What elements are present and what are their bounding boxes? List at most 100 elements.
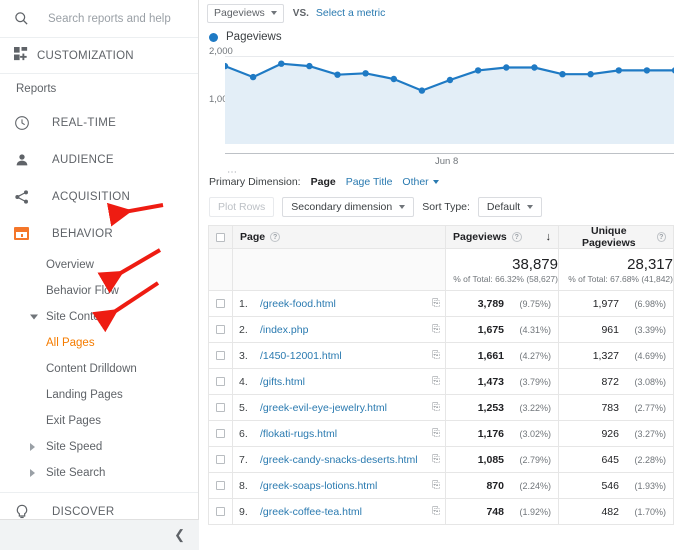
primary-dimension-page-title[interactable]: Page Title bbox=[346, 176, 393, 188]
table-row[interactable]: 9./greek-coffee-tea.html⎘748(1.92%)482(1… bbox=[209, 499, 674, 525]
row-page-link[interactable]: /greek-soaps-lotions.html bbox=[260, 480, 377, 492]
row-checkbox-cell[interactable] bbox=[209, 421, 233, 447]
sidebar-item-content-drilldown[interactable]: Content Drilldown bbox=[0, 356, 198, 382]
external-link-icon[interactable]: ⎘ bbox=[432, 480, 440, 491]
row-page-link[interactable]: /flokati-rugs.html bbox=[260, 428, 337, 440]
chart-data-point[interactable] bbox=[475, 67, 481, 73]
row-pageviews-value: 1,253 bbox=[478, 402, 504, 414]
table-row[interactable]: 6./flokati-rugs.html⎘1,176(3.02%)926(3.2… bbox=[209, 421, 674, 447]
chart-data-point[interactable] bbox=[559, 71, 565, 77]
row-checkbox[interactable] bbox=[216, 507, 225, 516]
chart-data-point[interactable] bbox=[278, 61, 284, 67]
row-checkbox-cell[interactable] bbox=[209, 473, 233, 499]
row-checkbox-cell[interactable] bbox=[209, 291, 233, 317]
reports-header: Reports bbox=[0, 74, 198, 104]
chart-data-point[interactable] bbox=[531, 64, 537, 70]
chart-data-point[interactable] bbox=[391, 76, 397, 82]
chart-data-point[interactable] bbox=[587, 71, 593, 77]
external-link-icon[interactable]: ⎘ bbox=[432, 350, 440, 361]
sort-type-dropdown[interactable]: Default bbox=[478, 197, 542, 217]
chart-data-point[interactable] bbox=[362, 70, 368, 76]
help-icon[interactable]: ? bbox=[270, 232, 280, 242]
row-unique-pageviews-value: 872 bbox=[601, 376, 619, 388]
row-checkbox-cell[interactable] bbox=[209, 343, 233, 369]
select-all-checkbox[interactable] bbox=[216, 233, 225, 242]
row-page-link[interactable]: /greek-evil-eye-jewelry.html bbox=[260, 402, 387, 414]
row-page-link[interactable]: /greek-candy-snacks-deserts.html bbox=[260, 454, 418, 466]
sidebar-item-behavior[interactable]: BEHAVIOR bbox=[0, 215, 198, 252]
sidebar-item-audience[interactable]: AUDIENCE bbox=[0, 141, 198, 178]
table-row[interactable]: 1./greek-food.html⎘3,789(9.75%)1,977(6.9… bbox=[209, 291, 674, 317]
sidebar-item-site-search[interactable]: Site Search bbox=[0, 460, 198, 486]
primary-dimension-other[interactable]: Other bbox=[402, 176, 438, 188]
external-link-icon[interactable]: ⎘ bbox=[432, 402, 440, 413]
sidebar-item-site-speed[interactable]: Site Speed bbox=[0, 434, 198, 460]
secondary-dimension-dropdown[interactable]: Secondary dimension bbox=[282, 197, 414, 217]
table-row[interactable]: 5./greek-evil-eye-jewelry.html⎘1,253(3.2… bbox=[209, 395, 674, 421]
table-row[interactable]: 2./index.php⎘1,675(4.31%)961(3.39%) bbox=[209, 317, 674, 343]
row-page-link[interactable]: /greek-food.html bbox=[260, 298, 336, 310]
select-all-header[interactable] bbox=[209, 226, 233, 249]
help-icon[interactable]: ? bbox=[657, 232, 666, 242]
row-page-link[interactable]: /1450-12001.html bbox=[260, 350, 342, 362]
row-checkbox-cell[interactable] bbox=[209, 447, 233, 473]
row-checkbox[interactable] bbox=[216, 429, 225, 438]
chart-data-point[interactable] bbox=[306, 63, 312, 69]
sidebar-item-customization[interactable]: CUSTOMIZATION bbox=[0, 38, 198, 74]
row-checkbox[interactable] bbox=[216, 299, 225, 308]
row-page-link[interactable]: /greek-coffee-tea.html bbox=[260, 506, 362, 518]
row-unique-pageviews-pct: (1.70%) bbox=[626, 507, 666, 517]
row-checkbox-cell[interactable] bbox=[209, 499, 233, 525]
metric-dropdown[interactable]: Pageviews bbox=[207, 4, 284, 23]
row-page-link[interactable]: /gifts.html bbox=[260, 376, 305, 388]
sidebar-item-overview[interactable]: Overview bbox=[0, 252, 198, 278]
table-row[interactable]: 4./gifts.html⎘1,473(3.79%)872(3.08%) bbox=[209, 369, 674, 395]
table-row[interactable]: 8./greek-soaps-lotions.html⎘870(2.24%)54… bbox=[209, 473, 674, 499]
row-checkbox-cell[interactable] bbox=[209, 395, 233, 421]
column-header-pageviews[interactable]: Pageviews ? ↓ bbox=[446, 226, 559, 249]
row-checkbox[interactable] bbox=[216, 481, 225, 490]
sidebar-item-behavior-flow[interactable]: Behavior Flow bbox=[0, 278, 198, 304]
table-row[interactable]: 3./1450-12001.html⎘1,661(4.27%)1,327(4.6… bbox=[209, 343, 674, 369]
chart-data-point[interactable] bbox=[503, 64, 509, 70]
row-checkbox[interactable] bbox=[216, 351, 225, 360]
external-link-icon[interactable]: ⎘ bbox=[432, 376, 440, 387]
row-checkbox-cell[interactable] bbox=[209, 369, 233, 395]
plot-rows-button[interactable]: Plot Rows bbox=[209, 197, 274, 217]
row-checkbox[interactable] bbox=[216, 455, 225, 464]
row-unique-pageviews-value: 961 bbox=[601, 324, 619, 336]
sidebar-collapse-button[interactable]: ❮ bbox=[0, 519, 199, 550]
primary-dimension-page[interactable]: Page bbox=[311, 176, 336, 188]
column-header-page[interactable]: Page ? bbox=[233, 226, 446, 249]
external-link-icon[interactable]: ⎘ bbox=[432, 324, 440, 335]
chart-data-point[interactable] bbox=[644, 67, 650, 73]
column-header-unique-pageviews[interactable]: Unique Pageviews ? bbox=[559, 226, 674, 249]
chart-data-point[interactable] bbox=[334, 72, 340, 78]
sidebar-item-real-time[interactable]: REAL-TIME bbox=[0, 104, 198, 141]
row-page-link[interactable]: /index.php bbox=[260, 324, 308, 336]
sidebar-item-landing-pages[interactable]: Landing Pages bbox=[0, 382, 198, 408]
search-input[interactable]: Search reports and help bbox=[0, 0, 198, 38]
external-link-icon[interactable]: ⎘ bbox=[432, 454, 440, 465]
row-checkbox[interactable] bbox=[216, 403, 225, 412]
chart-data-point[interactable] bbox=[616, 67, 622, 73]
row-checkbox[interactable] bbox=[216, 325, 225, 334]
external-link-icon[interactable]: ⎘ bbox=[432, 298, 440, 309]
chart-data-point[interactable] bbox=[447, 77, 453, 83]
help-icon[interactable]: ? bbox=[512, 232, 522, 242]
arrow-down-icon[interactable]: ↓ bbox=[546, 231, 552, 243]
sidebar-item-customization-label: CUSTOMIZATION bbox=[29, 50, 134, 62]
external-link-icon[interactable]: ⎘ bbox=[432, 428, 440, 439]
sidebar-item-all-pages[interactable]: All Pages bbox=[0, 330, 198, 356]
select-a-metric-link[interactable]: Select a metric bbox=[316, 7, 385, 19]
row-checkbox[interactable] bbox=[216, 377, 225, 386]
table-row[interactable]: 7./greek-candy-snacks-deserts.html⎘1,085… bbox=[209, 447, 674, 473]
pageviews-line-chart[interactable]: 2,000 1,000 ⋯ Jun 8 bbox=[207, 46, 674, 166]
sidebar-item-site-content[interactable]: Site Content bbox=[0, 304, 198, 330]
external-link-icon[interactable]: ⎘ bbox=[432, 506, 440, 517]
chart-data-point[interactable] bbox=[250, 74, 256, 80]
row-checkbox-cell[interactable] bbox=[209, 317, 233, 343]
sidebar-item-acquisition[interactable]: ACQUISITION bbox=[0, 178, 198, 215]
chart-data-point[interactable] bbox=[419, 87, 425, 93]
sidebar-item-exit-pages[interactable]: Exit Pages bbox=[0, 408, 198, 434]
